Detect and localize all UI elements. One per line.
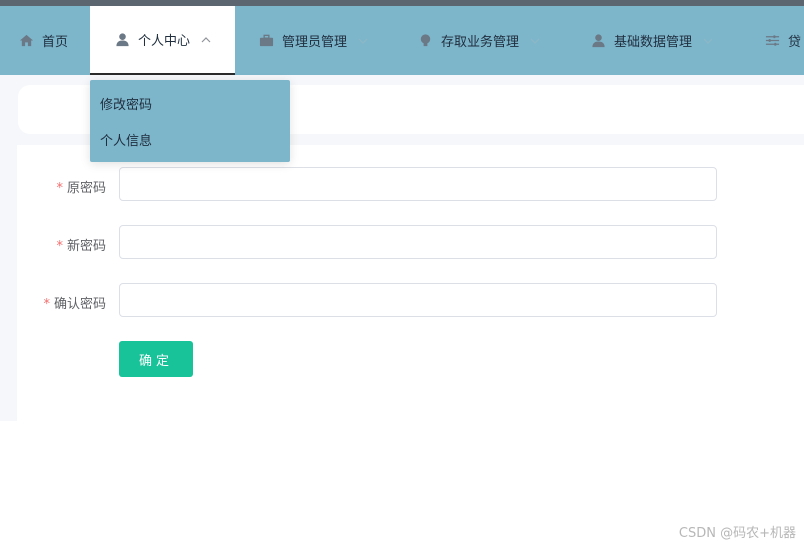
- dropdown-item-change-password[interactable]: 修改密码: [100, 94, 152, 113]
- nav-label: 个人中心: [138, 34, 191, 49]
- old-password-label: * 原密码: [56, 181, 106, 196]
- dropdown-item-personal-info[interactable]: 个人信息: [100, 130, 152, 149]
- confirm-password-input[interactable]: [119, 283, 717, 317]
- nav-item-loan[interactable]: 贷: [764, 6, 801, 75]
- top-navbar: 首页 个人中心 管理员管理 存取业务管理 基础数据管理 贷: [0, 6, 804, 75]
- chevron-down-icon: [357, 35, 369, 47]
- nav-label: 管理员管理: [282, 35, 348, 50]
- chevron-down-icon: [702, 35, 714, 47]
- home-icon: [18, 33, 34, 49]
- personal-center-dropdown: 修改密码 个人信息: [90, 80, 290, 162]
- chevron-down-icon: [529, 35, 541, 47]
- new-password-label: * 新密码: [56, 239, 106, 254]
- nav-item-personal-center[interactable]: 个人中心: [90, 6, 235, 75]
- nav-item-base-data[interactable]: 基础数据管理: [590, 6, 714, 75]
- user-icon: [114, 32, 130, 48]
- new-password-input[interactable]: [119, 225, 717, 259]
- nav-item-admin-management[interactable]: 管理员管理: [258, 6, 369, 75]
- old-password-input[interactable]: [119, 167, 717, 201]
- nav-item-home[interactable]: 首页: [18, 6, 68, 75]
- nav-item-deposit-business[interactable]: 存取业务管理: [417, 6, 541, 75]
- chevron-up-icon: [200, 34, 212, 46]
- nav-label: 贷: [788, 35, 802, 50]
- briefcase-icon: [258, 33, 274, 49]
- sliders-icon: [764, 33, 780, 49]
- confirm-password-label: * 确认密码: [43, 297, 106, 312]
- lightbulb-icon: [417, 33, 433, 49]
- user-icon: [590, 33, 606, 49]
- nav-label: 基础数据管理: [614, 35, 693, 50]
- submit-button[interactable]: 确定: [119, 341, 193, 377]
- nav-label: 存取业务管理: [441, 35, 520, 50]
- watermark: CSDN @码农+机器: [678, 526, 796, 541]
- nav-label: 首页: [42, 35, 69, 50]
